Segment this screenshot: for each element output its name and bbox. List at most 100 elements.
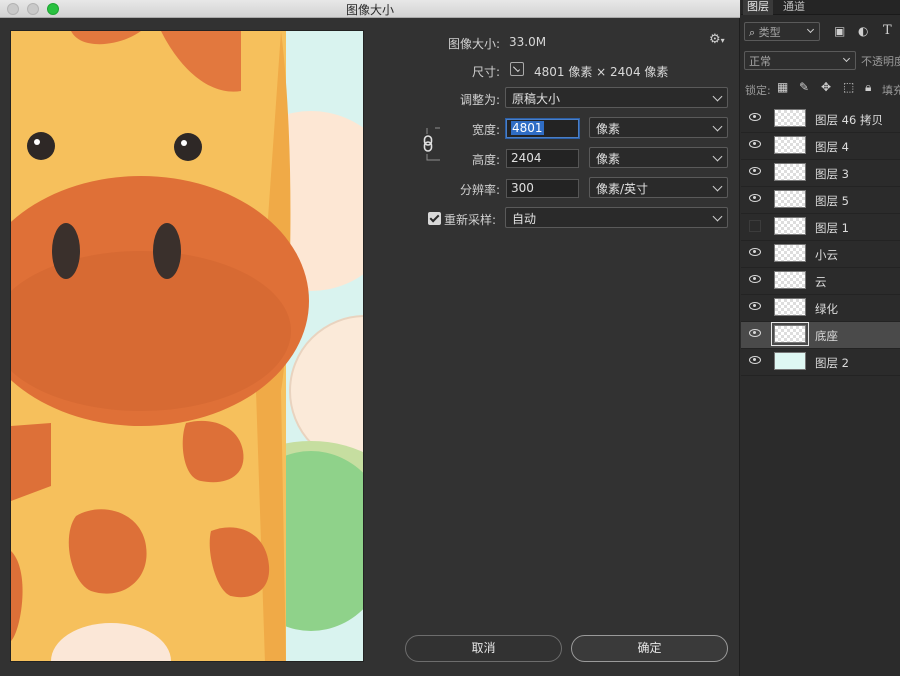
lock-label: 锁定: [745,84,771,97]
panel-tabs: 图层 通道 [741,0,900,15]
layer-name: 小云 [815,248,838,262]
layer-name: 图层 2 [815,356,849,370]
gear-icon[interactable]: ⚙▾ [709,32,725,47]
eye-icon[interactable] [749,140,761,148]
layer-row[interactable]: 云 [741,268,900,295]
cancel-button[interactable]: 取消 [405,635,562,662]
eye-icon[interactable] [749,167,761,175]
layer-row[interactable]: 图层 3 [741,160,900,187]
blend-mode-value: 正常 [749,55,771,68]
resolution-input[interactable]: 300 [506,179,579,198]
search-icon: ⌕ [749,26,756,39]
chevron-down-icon [712,181,723,192]
title-bar: 图像大小 [0,0,740,18]
layer-name: 图层 46 拷贝 [815,113,883,127]
chevron-down-icon [712,121,723,132]
image-size-label: 图像大小: [447,37,500,51]
resolution-unit-select[interactable]: 像素/英寸 [589,177,728,198]
layer-row[interactable]: 绿化 [741,295,900,322]
eye-icon[interactable] [749,248,761,256]
type-filter-icon[interactable]: T [883,23,892,38]
layer-row[interactable]: 小云 [741,241,900,268]
layer-thumbnail [774,190,806,208]
width-input-value: 4801 [511,121,544,135]
layers-panel: 图层 通道 ⌕ 类型 ▣ ◐ T 正常 不透明度 锁定: ▦ ✎ ✥ ⬚ 🔒︎ … [741,0,900,676]
ok-button[interactable]: 确定 [571,635,728,662]
layer-name: 图层 4 [815,140,849,154]
layer-thumbnail [774,109,806,127]
resample-select-value: 自动 [512,212,537,226]
dimensions-value: 4801 像素 × 2404 像素 [534,65,669,79]
layer-thumbnail [774,163,806,181]
layer-row[interactable]: 图层 2 [741,349,900,376]
app-window: 图像大小 图像大小: 33.0M ⚙▾ 尺寸: 4801 像素 × 2404 像… [0,0,900,676]
resample-select[interactable]: 自动 [505,207,728,228]
hidden-eye-icon[interactable] [749,220,761,232]
layer-thumbnail [774,244,806,262]
eye-icon[interactable] [749,194,761,202]
image-size-value: 33.0M [509,35,547,49]
opacity-label: 不透明度 [861,55,900,68]
eye-icon[interactable] [749,356,761,364]
layer-name: 底座 [815,329,838,343]
eye-icon[interactable] [749,275,761,283]
height-input[interactable]: 2404 [506,149,579,168]
width-input[interactable]: 4801 [506,119,579,138]
image-filter-icon[interactable]: ▣ [834,24,845,38]
lock-pixels-brush-icon[interactable]: ✎ [799,80,809,94]
layer-name: 图层 5 [815,194,849,208]
dialog-title: 图像大小 [345,3,394,17]
chevron-down-icon [806,25,815,34]
giraffe-illustration [11,31,363,661]
resolution-unit-value: 像素/英寸 [596,182,649,196]
layer-row[interactable]: 图层 5 [741,187,900,214]
layer-name: 云 [815,275,827,289]
layer-thumbnail [774,298,806,316]
image-preview[interactable] [10,30,364,662]
chevron-down-icon [842,54,851,63]
chevron-down-icon [712,211,723,222]
image-size-dialog: 图像大小 图像大小: 33.0M ⚙▾ 尺寸: 4801 像素 × 2404 像… [0,0,740,676]
lock-row: 锁定: ▦ ✎ ✥ ⬚ 🔒︎ 填充 [741,80,900,98]
layer-name: 绿化 [815,302,838,316]
adjustment-filter-icon[interactable]: ◐ [858,24,868,38]
chevron-down-icon [712,151,723,162]
layer-name: 图层 1 [815,221,849,235]
height-unit-select[interactable]: 像素 [589,147,728,168]
fill-label: 填充 [882,84,900,97]
width-unit-value: 像素 [596,122,621,136]
dimensions-label: 尺寸: [471,65,500,79]
resample-checkbox[interactable] [428,212,441,225]
layer-row-selected[interactable]: 底座 [741,322,900,349]
eye-icon[interactable] [749,329,761,337]
layer-row[interactable]: 图层 1 [741,214,900,241]
fit-to-label: 调整为: [459,93,500,107]
resample-label: 重新采样: [444,213,497,227]
dimensions-toggle-icon[interactable] [510,62,524,76]
layer-row[interactable]: 图层 46 拷贝 [741,106,900,133]
resolution-label: 分辨率: [459,183,500,197]
height-unit-value: 像素 [596,152,621,166]
fit-to-select-value: 原稿大小 [512,92,561,106]
fit-to-select[interactable]: 原稿大小 [505,87,728,108]
layer-row[interactable]: 图层 4 [741,133,900,160]
tab-channels[interactable]: 通道 [779,0,809,15]
tab-layers[interactable]: 图层 [743,0,773,15]
lock-position-move-icon[interactable]: ✥ [821,80,831,94]
blend-mode-select[interactable]: 正常 [744,51,856,70]
eye-icon[interactable] [749,113,761,121]
lock-all-icon[interactable]: 🔒︎ [865,80,871,95]
layer-filter-row: ⌕ 类型 ▣ ◐ T [741,22,900,44]
layer-thumbnail [771,322,809,346]
lock-transparency-icon[interactable]: ▦ [777,80,788,94]
layer-thumbnail [774,136,806,154]
layer-thumbnail [774,271,806,289]
lock-artboard-icon[interactable]: ⬚ [843,80,854,94]
layer-thumbnail [774,352,806,370]
layer-thumbnail [774,217,806,235]
width-unit-select[interactable]: 像素 [589,117,728,138]
layer-name: 图层 3 [815,167,849,181]
eye-icon[interactable] [749,302,761,310]
layer-filter-select[interactable]: ⌕ 类型 [744,22,820,41]
chevron-down-icon [712,91,723,102]
